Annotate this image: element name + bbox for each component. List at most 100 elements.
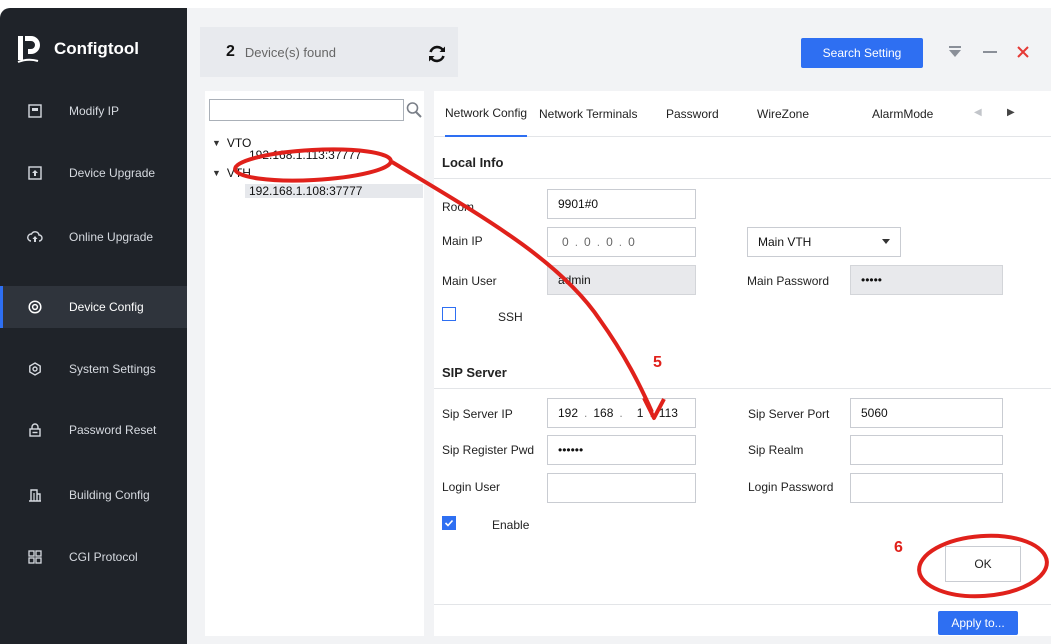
ip-separator: . [574, 235, 579, 249]
sip-server-port-label: Sip Server Port [748, 407, 830, 421]
config-tabs: Network Config Network Terminals Passwor… [434, 91, 1051, 137]
sip-realm-label: Sip Realm [748, 443, 804, 457]
device-config-icon [27, 299, 43, 315]
close-icon[interactable] [1013, 42, 1033, 62]
cloud-upgrade-icon [27, 229, 43, 245]
main-ip-label: Main IP [442, 234, 483, 248]
main-vth-select[interactable]: Main VTH [747, 227, 901, 257]
login-user-field[interactable] [547, 473, 696, 503]
tab-password[interactable]: Password [666, 91, 719, 137]
room-label: Room [442, 200, 475, 214]
sidebar: Configtool Modify IP Device Upgrade Onli… [0, 8, 187, 644]
tab-scroll-right-icon[interactable]: ▶ [1007, 107, 1015, 118]
sidebar-item-label: CGI Protocol [69, 550, 138, 564]
login-password-label: Login Password [748, 480, 834, 494]
footer-divider [434, 604, 1051, 605]
checkmark-icon [444, 519, 454, 527]
app-name: Configtool [54, 39, 139, 58]
login-user-label: Login User [442, 480, 501, 494]
room-field[interactable]: 9901#0 [547, 189, 696, 219]
settings-icon [27, 361, 43, 377]
tab-scroll-left-icon[interactable]: ◀ [974, 107, 982, 118]
main-user-label: Main User [442, 274, 497, 288]
device-search-input[interactable] [209, 99, 404, 121]
ip-octet: 168 [593, 406, 614, 420]
sip-register-pwd-field[interactable]: •••••• [547, 435, 696, 465]
sidebar-item-label: Modify IP [69, 104, 120, 118]
tab-alarmmode[interactable]: AlarmMode [872, 91, 933, 137]
sidebar-item-label: System Settings [69, 362, 156, 376]
ssh-checkbox[interactable] [442, 307, 456, 321]
caret-down-icon: ▼ [212, 138, 221, 148]
sidebar-item-cgi-protocol[interactable]: CGI Protocol [0, 536, 187, 578]
sidebar-item-device-upgrade[interactable]: Device Upgrade [0, 152, 187, 194]
ip-octet: 0 [606, 235, 613, 249]
sidebar-item-modify-ip[interactable]: Modify IP [0, 90, 187, 132]
sip-realm-field[interactable] [850, 435, 1003, 465]
ip-octet: 113 [658, 406, 678, 420]
main-vth-value: Main VTH [758, 235, 812, 249]
enable-label: Enable [492, 518, 530, 532]
main-password-field: ••••• [850, 265, 1003, 295]
annotation-step-5: 5 [653, 354, 662, 371]
sidebar-item-label: Online Upgrade [69, 230, 154, 244]
local-info-title: Local Info [442, 155, 504, 170]
search-setting-button[interactable]: Search Setting [801, 38, 923, 68]
sidebar-item-system-settings[interactable]: System Settings [0, 348, 187, 390]
devices-found-label: Device(s) found [244, 44, 336, 60]
apply-to-button[interactable]: Apply to... [938, 611, 1018, 635]
app-root: Configtool Modify IP Device Upgrade Onli… [0, 0, 1051, 644]
app-logo: Configtool [14, 32, 139, 66]
search-icon[interactable] [405, 100, 423, 120]
chevron-down-icon [882, 239, 890, 244]
cgi-protocol-icon [27, 549, 43, 565]
ip-octet: 192 [558, 406, 579, 420]
ip-separator: . [596, 235, 601, 249]
annotation-step-6: 6 [894, 539, 903, 556]
tree-device-item[interactable]: 192.168.1.113:37777 [245, 148, 362, 162]
sidebar-item-building-config[interactable]: Building Config [0, 474, 187, 516]
upgrade-icon [27, 165, 43, 181]
tab-network-terminals[interactable]: Network Terminals [539, 91, 637, 137]
sip-server-ip-field[interactable]: 192. 168. 1. 113 [547, 398, 696, 428]
minimize-icon[interactable] [980, 42, 1000, 62]
sidebar-item-online-upgrade[interactable]: Online Upgrade [0, 216, 187, 258]
section-divider [434, 178, 1051, 179]
sidebar-item-label: Device Upgrade [69, 166, 156, 180]
devices-found-box: 2 Device(s) found [200, 27, 458, 77]
tree-group-vth[interactable]: ▼ VTH [212, 166, 251, 180]
menu-dropdown-icon[interactable] [945, 42, 965, 62]
enable-checkbox[interactable] [442, 516, 456, 530]
sidebar-item-device-config[interactable]: Device Config [0, 286, 187, 328]
caret-down-icon: ▼ [212, 168, 221, 178]
refresh-icon[interactable] [426, 43, 448, 65]
tree-device-item[interactable]: 192.168.1.108:37777 [245, 184, 423, 198]
sidebar-item-label: Password Reset [69, 423, 157, 437]
devices-found-count: 2 [226, 43, 235, 60]
sidebar-item-password-reset[interactable]: Password Reset [0, 409, 187, 451]
building-icon [27, 487, 43, 503]
ssh-label: SSH [498, 310, 523, 324]
sip-server-ip-label: Sip Server IP [442, 407, 513, 421]
ip-separator: . [649, 406, 653, 420]
sidebar-item-label: Building Config [69, 488, 150, 502]
ip-octet: 0 [584, 235, 591, 249]
tab-wirezone[interactable]: WireZone [757, 91, 809, 137]
ip-octet: 0 [562, 235, 569, 249]
ok-button[interactable]: OK [945, 546, 1021, 582]
modify-ip-icon [27, 103, 43, 119]
device-tree-panel: ▼ VTO 192.168.1.113:37777 ▼ VTH 192.168.… [205, 91, 424, 636]
ip-separator: . [618, 235, 623, 249]
sip-server-port-field[interactable]: 5060 [850, 398, 1003, 428]
sip-register-pwd-label: Sip Register Pwd [442, 443, 535, 457]
tree-group-label: VTH [226, 166, 251, 180]
sip-server-title: SIP Server [442, 365, 507, 380]
main-user-field: admin [547, 265, 696, 295]
login-password-field[interactable] [850, 473, 1003, 503]
ip-octet: 0 [628, 235, 635, 249]
ip-octet: 1 [636, 406, 644, 420]
main-password-label: Main Password [747, 274, 830, 288]
tab-network-config[interactable]: Network Config [445, 91, 528, 137]
device-config-panel: Network Config Network Terminals Passwor… [434, 91, 1051, 636]
main-ip-field[interactable]: 0. 0. 0. 0 [547, 227, 696, 257]
